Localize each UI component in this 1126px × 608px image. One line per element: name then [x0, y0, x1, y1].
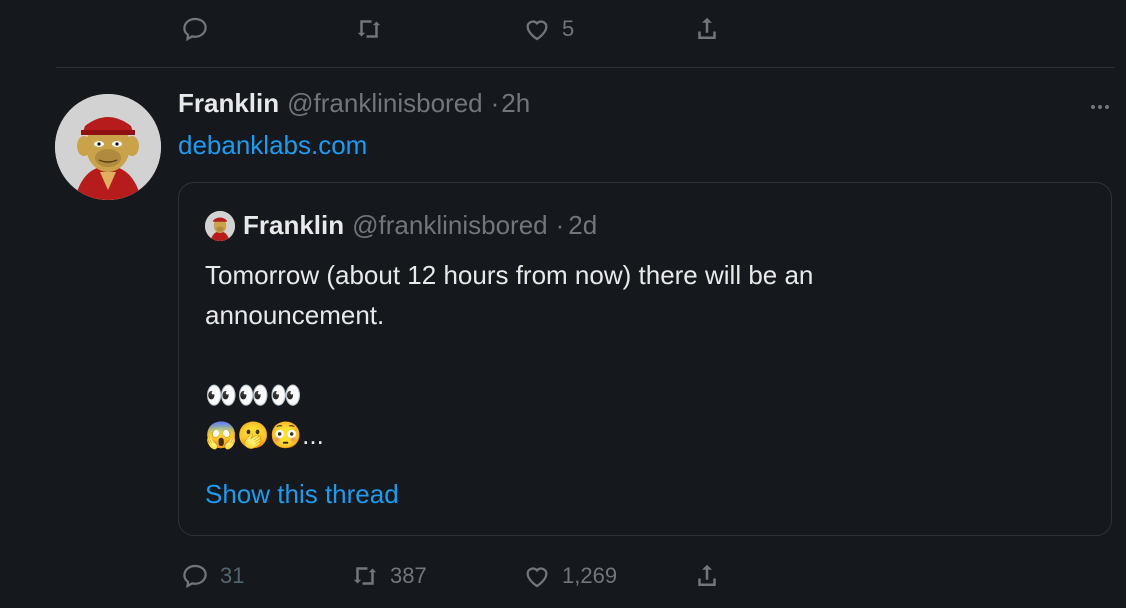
retweet-action-top[interactable] — [354, 14, 384, 44]
quote-header: Franklin @franklinisbored · 2d — [205, 210, 597, 241]
like-action[interactable]: 1,269 — [522, 561, 617, 591]
quote-emoji-line: 👀👀👀 — [205, 380, 303, 410]
time-separator: · — [490, 88, 500, 118]
quote-time-separator: · — [555, 210, 565, 240]
more-options-button[interactable] — [1088, 95, 1112, 124]
heart-icon — [522, 14, 552, 44]
quote-emoji-line: 😱🫢😳... — [205, 420, 324, 450]
reply-count: 31 — [220, 563, 245, 588]
quote-time[interactable]: 2d — [568, 210, 597, 241]
quote-text-line: Tomorrow (about 12 hours from now) there… — [205, 260, 814, 290]
share-action-top[interactable] — [692, 14, 722, 44]
reply-action-top[interactable] — [180, 14, 210, 44]
like-action-top[interactable]: 5 — [522, 14, 574, 44]
retweet-count: 387 — [390, 563, 427, 588]
quote-author-name[interactable]: Franklin — [243, 210, 344, 241]
tweet-header: Franklin @franklinisbored · 2h — [178, 88, 530, 119]
retweet-icon — [350, 561, 380, 591]
reply-icon — [180, 561, 210, 591]
reply-action[interactable]: 31 — [180, 561, 244, 591]
quote-text-line: announcement. — [205, 300, 385, 330]
quote-body: Tomorrow (about 12 hours from now) there… — [205, 255, 1085, 455]
author-name[interactable]: Franklin — [178, 88, 279, 119]
like-count-top: 5 — [562, 16, 575, 41]
reply-icon — [180, 14, 210, 44]
heart-icon — [522, 561, 552, 591]
ape-avatar-icon — [55, 94, 161, 200]
share-action[interactable] — [692, 561, 722, 591]
retweet-icon — [354, 14, 384, 44]
tweet-divider — [56, 67, 1114, 68]
show-thread-link[interactable]: Show this thread — [205, 479, 399, 510]
author-handle[interactable]: @franklinisbored — [287, 88, 482, 119]
share-icon — [692, 14, 722, 44]
quote-author-handle[interactable]: @franklinisbored — [352, 210, 547, 241]
like-count: 1,269 — [562, 563, 618, 588]
author-avatar[interactable] — [55, 94, 161, 200]
share-icon — [692, 561, 722, 591]
tweet-time[interactable]: 2h — [501, 88, 530, 119]
retweet-action[interactable]: 387 — [350, 561, 427, 591]
quote-tweet-card[interactable]: Franklin @franklinisbored · 2d Tomorrow … — [178, 182, 1112, 536]
tweet-link[interactable]: debanklabs.com — [178, 130, 367, 161]
more-icon — [1091, 105, 1109, 109]
quote-avatar[interactable] — [205, 210, 235, 241]
ape-avatar-icon — [205, 210, 235, 241]
